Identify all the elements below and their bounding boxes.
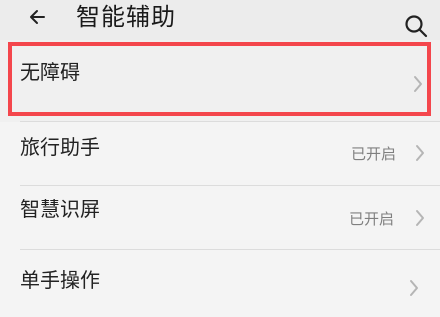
list-item-label: 智慧识屏 (20, 197, 100, 221)
status-text: 已开启 (351, 145, 397, 163)
list-item-one-handed-mode[interactable]: 单手操作 (0, 250, 440, 317)
list-item-accessibility[interactable]: 无障碍 (0, 40, 440, 122)
list-item-label: 单手操作 (20, 268, 100, 292)
list-item-travel-assistant[interactable]: 旅行助手 已开启 (0, 122, 440, 186)
chevron-right-icon (416, 210, 424, 226)
list-item-label: 旅行助手 (20, 135, 100, 159)
top-app-bar: 智能辅助 (0, 0, 440, 40)
list-item-label: 无障碍 (20, 60, 80, 84)
page-title: 智能辅助 (76, 3, 176, 31)
chevron-right-icon (416, 145, 424, 161)
status-text: 已开启 (349, 210, 395, 228)
back-button[interactable] (26, 5, 50, 29)
chevron-right-icon (414, 76, 422, 92)
search-button[interactable] (402, 12, 430, 40)
back-arrow-icon (30, 10, 45, 24)
chevron-right-icon (410, 280, 418, 296)
search-icon (405, 15, 428, 38)
list-item-smart-screen-recognition[interactable]: 智慧识屏 已开启 (0, 186, 440, 250)
